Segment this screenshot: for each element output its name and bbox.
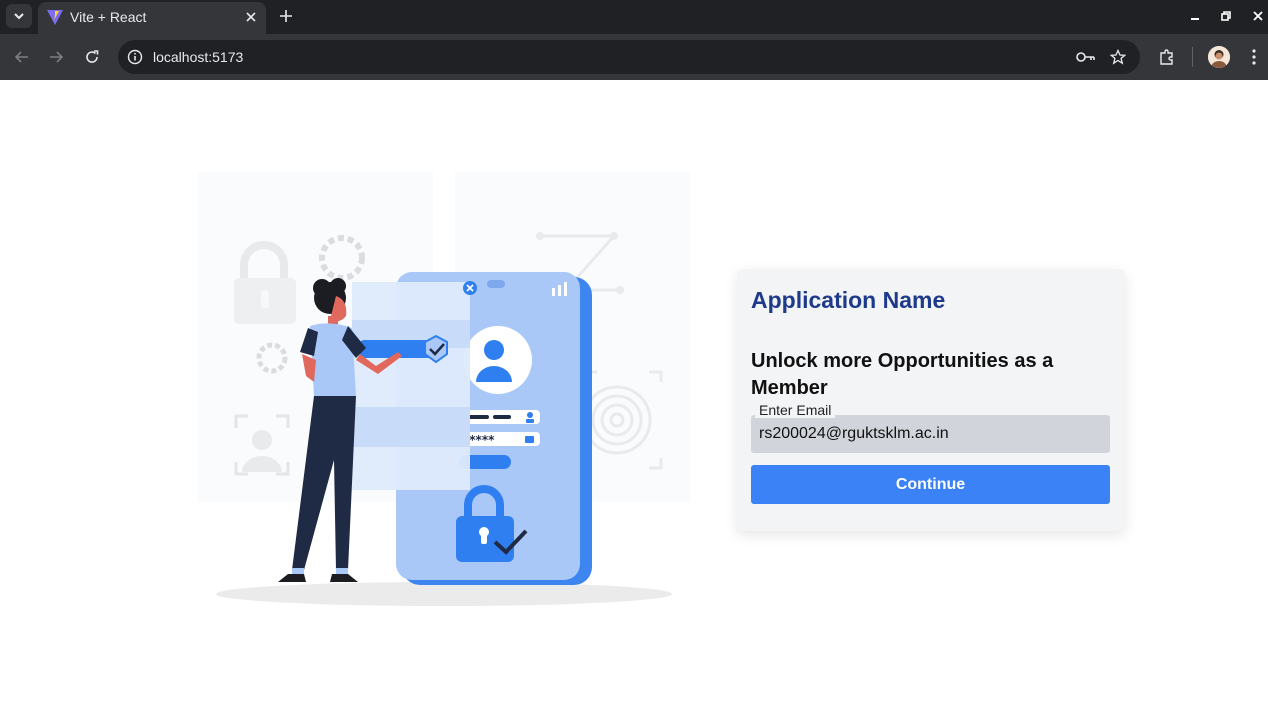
- toolbar-divider: [1192, 47, 1193, 67]
- signup-headline: Unlock more Opportunities as a Member: [751, 350, 1054, 399]
- minimize-icon: [1191, 18, 1199, 20]
- email-field-label: Enter Email: [755, 402, 836, 418]
- login-illustration: *****: [198, 172, 690, 606]
- floating-form-card: [352, 281, 477, 490]
- more-menu-icon: [1252, 49, 1256, 65]
- reload-button[interactable]: [80, 45, 104, 69]
- key-icon: [1076, 52, 1095, 62]
- continue-button[interactable]: Continue: [751, 465, 1110, 504]
- email-field[interactable]: [751, 415, 1110, 453]
- page-content: ***** Application Name Unlock more Oppor…: [0, 80, 1268, 720]
- tab-strip: Vite + React: [0, 0, 1268, 34]
- url-text: localhost:5173: [153, 49, 244, 65]
- tab-list-button[interactable]: [6, 4, 32, 28]
- close-icon: [246, 12, 256, 22]
- address-bar[interactable]: localhost:5173: [118, 40, 1140, 74]
- minimize-button[interactable]: [1185, 6, 1205, 26]
- star-icon: [1110, 49, 1126, 65]
- app-name-heading: Application Name: [751, 287, 946, 313]
- browser-toolbar: localhost:5173: [0, 34, 1268, 80]
- forward-button[interactable]: [44, 45, 68, 69]
- forward-icon: [50, 51, 64, 63]
- password-key-button[interactable]: [1075, 46, 1097, 68]
- profile-avatar[interactable]: [1208, 46, 1230, 68]
- vite-favicon-icon: [47, 10, 63, 25]
- reload-icon: [86, 50, 99, 63]
- plus-icon: [280, 10, 292, 22]
- site-info-button[interactable]: [124, 46, 146, 68]
- close-window-icon: [1253, 11, 1263, 21]
- tab-title: Vite + React: [70, 9, 147, 25]
- close-window-button[interactable]: [1248, 6, 1268, 26]
- bookmark-button[interactable]: [1107, 46, 1129, 68]
- chevron-down-icon: [14, 13, 24, 20]
- person-avatar-icon: [1208, 46, 1230, 68]
- more-menu-button[interactable]: [1242, 45, 1266, 69]
- extensions-icon: [1160, 49, 1173, 65]
- back-button[interactable]: [10, 45, 34, 69]
- active-tab[interactable]: Vite + React: [38, 2, 266, 34]
- new-tab-button[interactable]: [275, 5, 297, 27]
- restore-icon: [1221, 11, 1231, 21]
- restore-button[interactable]: [1216, 6, 1236, 26]
- signup-card: Application Name Unlock more Opportuniti…: [737, 269, 1125, 531]
- back-icon: [14, 51, 28, 63]
- tab-close-button[interactable]: [241, 7, 261, 27]
- extensions-button[interactable]: [1155, 45, 1179, 69]
- site-info-icon: [127, 49, 143, 65]
